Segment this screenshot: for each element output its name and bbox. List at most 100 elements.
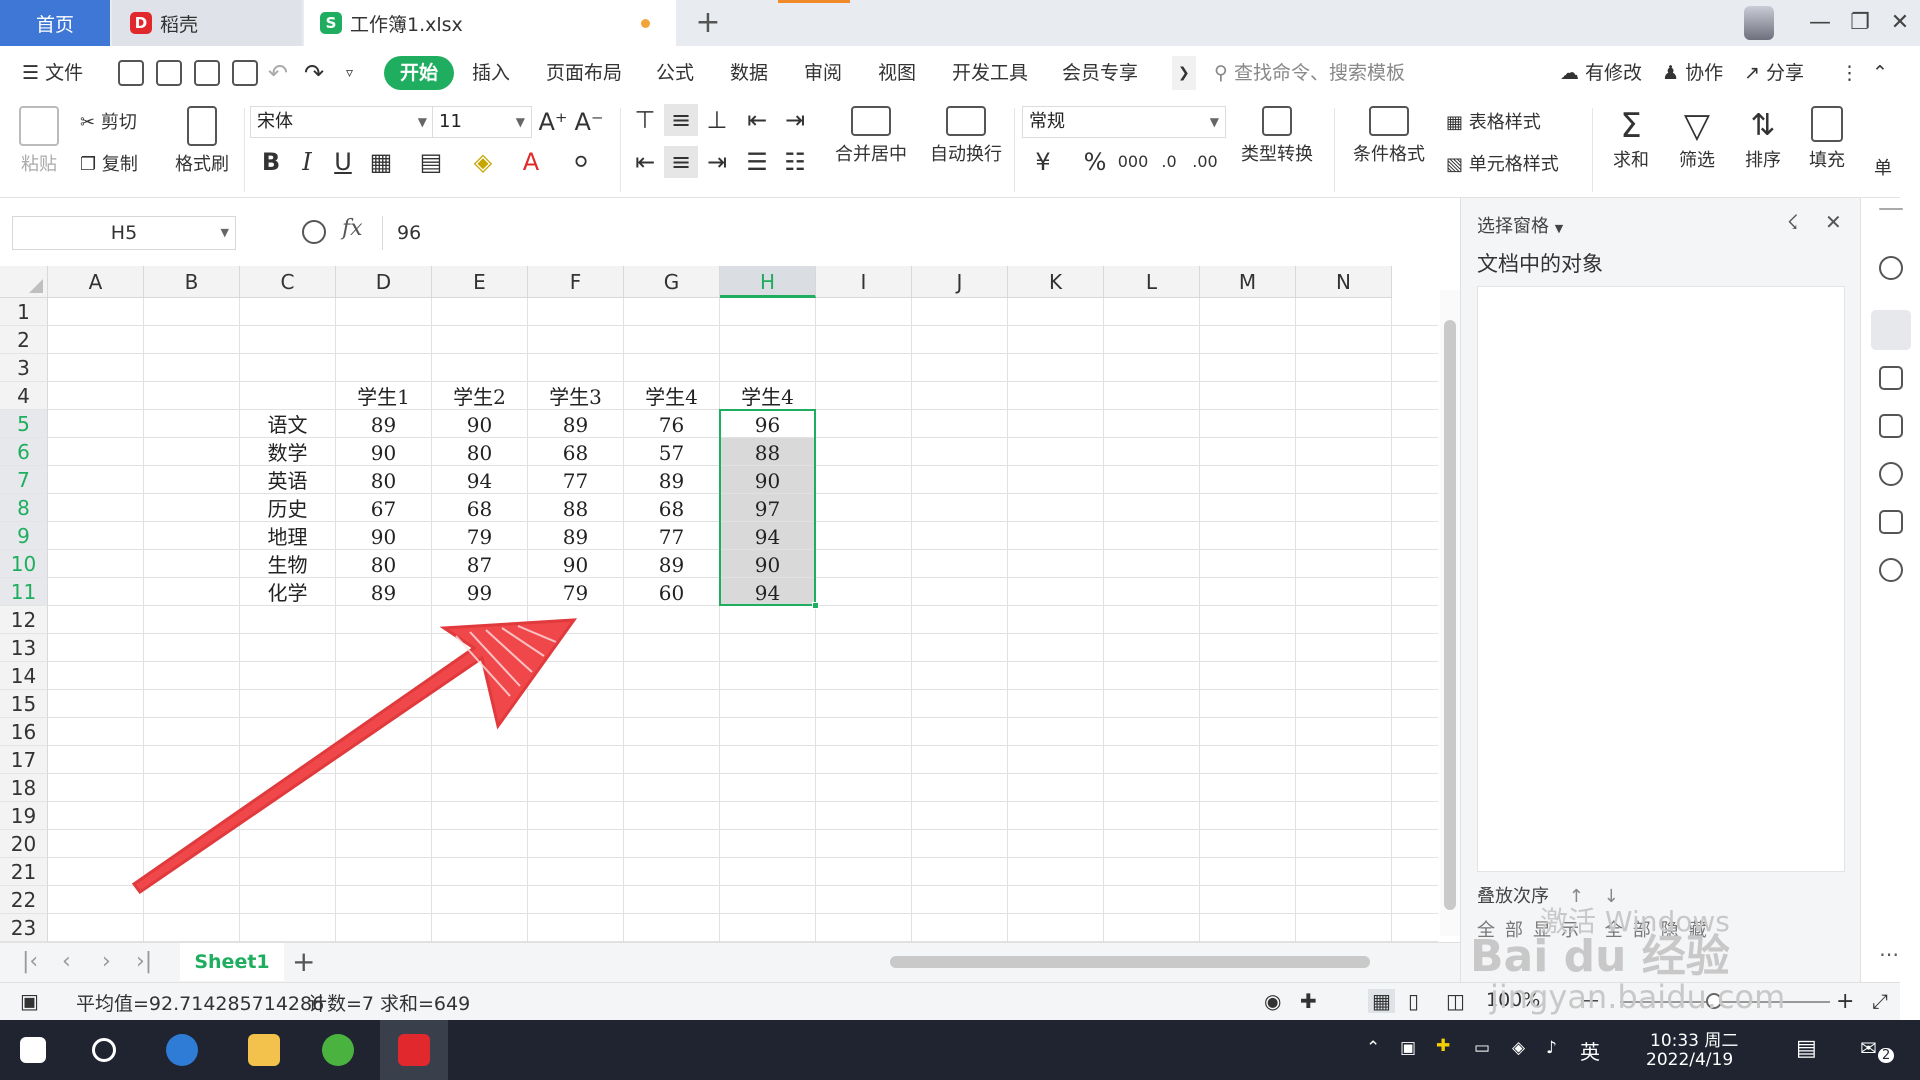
- row-header-14[interactable]: 14: [0, 662, 48, 690]
- table-style-button[interactable]: ▦ 表格样式: [1446, 108, 1541, 134]
- cell-header[interactable]: 学生3: [528, 382, 623, 409]
- font-size-select[interactable]: 11 ▼: [432, 106, 532, 138]
- close-pane-icon[interactable]: ✕: [1825, 210, 1842, 234]
- row-header-7[interactable]: 7: [0, 466, 48, 494]
- compass-icon[interactable]: [1879, 558, 1903, 582]
- settings-sliders-icon[interactable]: [1879, 366, 1903, 390]
- format-painter-button[interactable]: 格式刷: [172, 106, 232, 176]
- undo-icon[interactable]: ↶: [268, 56, 288, 90]
- cell-score[interactable]: 77: [624, 522, 719, 549]
- currency-icon[interactable]: ¥: [1026, 146, 1060, 178]
- cell-subject[interactable]: 化学: [240, 578, 335, 605]
- cell-header[interactable]: 学生1: [336, 382, 431, 409]
- column-header-a[interactable]: A: [48, 266, 144, 298]
- cell-style-button[interactable]: ▧ 单元格样式: [1446, 150, 1559, 176]
- restore-icon[interactable]: ❐: [1840, 6, 1880, 40]
- indent-increase-icon[interactable]: ⇥: [778, 104, 812, 136]
- row-header-15[interactable]: 15: [0, 690, 48, 718]
- save-icon[interactable]: [118, 60, 144, 86]
- tab-home[interactable]: 首页: [0, 0, 110, 46]
- cell-score[interactable]: 94: [720, 578, 815, 605]
- cell-score[interactable]: 88: [528, 494, 623, 521]
- menu-file[interactable]: ☰ 文件: [22, 56, 83, 90]
- cell-score[interactable]: 87: [432, 550, 527, 577]
- horizontal-scrollbar[interactable]: [860, 953, 1410, 971]
- windows-start-icon[interactable]: [20, 1037, 46, 1063]
- cell-subject[interactable]: 历史: [240, 494, 335, 521]
- align-bottom-icon[interactable]: ⊥: [700, 104, 734, 136]
- clock-time[interactable]: 10:33 周二: [1650, 1026, 1738, 1051]
- file-explorer-icon[interactable]: [248, 1034, 280, 1066]
- eye-protect-icon[interactable]: ◉: [1264, 989, 1281, 1013]
- cell-score[interactable]: 89: [624, 466, 719, 493]
- print-icon[interactable]: [194, 60, 220, 86]
- fx-icon[interactable]: fx: [342, 216, 363, 241]
- collab-button[interactable]: ♟ 协作: [1662, 56, 1723, 90]
- layout-icon[interactable]: ✚: [1300, 989, 1317, 1013]
- tray-green-icon[interactable]: ✚: [1436, 1036, 1450, 1056]
- indent-decrease-icon[interactable]: ⇤: [740, 104, 774, 136]
- object-list[interactable]: [1477, 286, 1845, 872]
- row-header-11[interactable]: 11: [0, 578, 48, 606]
- tab-document[interactable]: S 工作簿1.xlsx: [304, 0, 676, 46]
- row-header-18[interactable]: 18: [0, 774, 48, 802]
- row-header-4[interactable]: 4: [0, 382, 48, 410]
- row-header-12[interactable]: 12: [0, 606, 48, 634]
- underline-icon[interactable]: U: [326, 146, 360, 178]
- row-header-16[interactable]: 16: [0, 718, 48, 746]
- row-header-9[interactable]: 9: [0, 522, 48, 550]
- fill-button[interactable]: 填充: [1800, 106, 1854, 172]
- tray-app-icon[interactable]: ▣: [1400, 1038, 1416, 1058]
- ie-browser-icon[interactable]: [166, 1034, 198, 1066]
- column-header-b[interactable]: B: [144, 266, 240, 298]
- row-header-21[interactable]: 21: [0, 858, 48, 886]
- cell-score[interactable]: 89: [528, 522, 623, 549]
- menu-insert[interactable]: 插入: [472, 56, 510, 90]
- clear-icon[interactable]: ⚪: [564, 146, 598, 178]
- prev-sheet-icon[interactable]: ‹: [62, 949, 71, 974]
- font-name-select[interactable]: 宋体 ▼: [250, 106, 434, 138]
- row-header-6[interactable]: 6: [0, 438, 48, 466]
- new-tab-button[interactable]: +: [690, 4, 726, 42]
- redo-icon[interactable]: ↷: [304, 56, 324, 90]
- menu-membership[interactable]: 会员专享: [1062, 56, 1138, 90]
- vertical-scrollbar[interactable]: [1440, 290, 1460, 936]
- column-header-g[interactable]: G: [624, 266, 720, 298]
- sort-button[interactable]: ⇅ 排序: [1736, 106, 1790, 172]
- select-cursor-icon[interactable]: [1871, 310, 1911, 350]
- cell-score[interactable]: 99: [432, 578, 527, 605]
- cell-score[interactable]: 80: [432, 438, 527, 465]
- border-icon[interactable]: ▦: [364, 146, 398, 178]
- column-header-e[interactable]: E: [432, 266, 528, 298]
- column-header-n[interactable]: N: [1296, 266, 1392, 298]
- column-header-j[interactable]: J: [912, 266, 1008, 298]
- page-break-view-icon[interactable]: ◫: [1446, 989, 1465, 1013]
- cell-score[interactable]: 89: [624, 550, 719, 577]
- fullscreen-icon[interactable]: ⤢: [1872, 989, 1888, 1013]
- align-center-icon[interactable]: ≡: [664, 146, 698, 178]
- column-header-h[interactable]: H: [720, 266, 816, 298]
- column-header-c[interactable]: C: [240, 266, 336, 298]
- row-header-2[interactable]: 2: [0, 326, 48, 354]
- sum-button[interactable]: Σ 求和: [1604, 106, 1658, 172]
- single-button[interactable]: 单: [1874, 154, 1892, 180]
- first-sheet-icon[interactable]: |‹: [22, 949, 38, 974]
- column-header-l[interactable]: L: [1104, 266, 1200, 298]
- bold-icon[interactable]: B: [254, 146, 288, 178]
- row-header-8[interactable]: 8: [0, 494, 48, 522]
- pin-icon[interactable]: ☇: [1787, 210, 1798, 234]
- cell-subject[interactable]: 英语: [240, 466, 335, 493]
- changes-button[interactable]: ☁ 有修改: [1560, 56, 1642, 90]
- normal-view-icon[interactable]: ▦: [1368, 989, 1395, 1013]
- menu-page-layout[interactable]: 页面布局: [546, 56, 622, 90]
- cell-fill-icon[interactable]: ▤: [414, 146, 448, 178]
- cell-score[interactable]: 90: [528, 550, 623, 577]
- cell-subject[interactable]: 数学: [240, 438, 335, 465]
- row-header-3[interactable]: 3: [0, 354, 48, 382]
- merge-center-button[interactable]: 合并居中: [826, 106, 916, 166]
- tab-daoke[interactable]: D 稻壳: [112, 0, 302, 46]
- cell-score[interactable]: 90: [432, 410, 527, 437]
- menu-review[interactable]: 审阅: [804, 56, 842, 90]
- zoom-in-icon[interactable]: +: [1836, 989, 1854, 1014]
- cell-header[interactable]: 学生2: [432, 382, 527, 409]
